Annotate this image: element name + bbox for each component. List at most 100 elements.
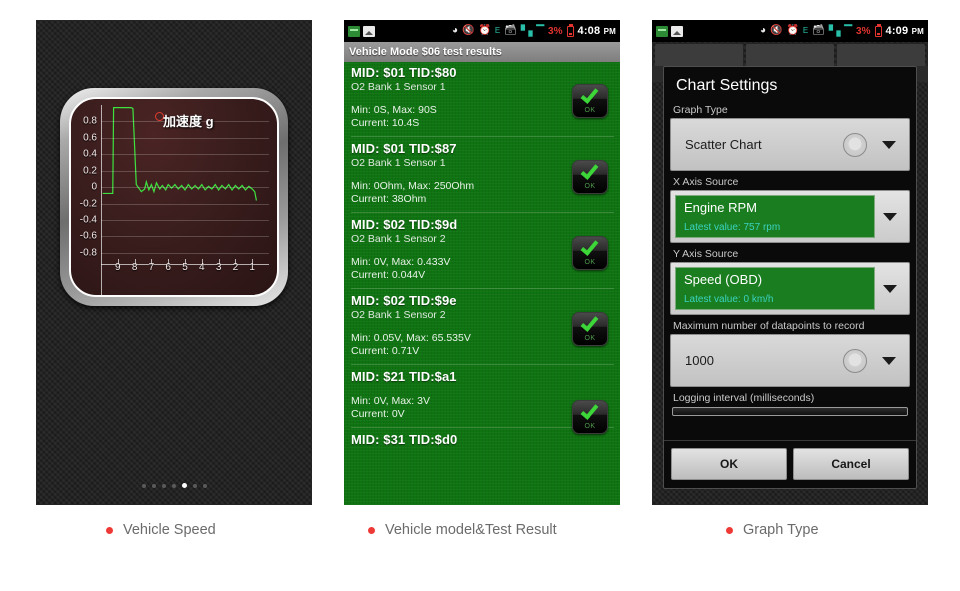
gridline (101, 187, 269, 189)
max-datapoints-value: 1000 (685, 353, 714, 368)
chevron-down-icon (883, 212, 897, 221)
x-axis-label: X Axis Source (673, 176, 739, 188)
x-axis-tick-mark (117, 259, 119, 264)
background-tab-3[interactable] (837, 44, 925, 66)
graph-type-label: Graph Type (673, 104, 728, 116)
alarm-icon: ⏰ (786, 25, 799, 36)
battery-icon (874, 24, 882, 37)
result-mid-tid: MID: $01 TID:$80 (351, 65, 457, 80)
page-dot[interactable] (151, 484, 156, 488)
page-dot[interactable] (141, 484, 146, 488)
test-result-row[interactable]: MID: $31 TID:$d0 (344, 429, 620, 451)
y-axis-tick-label: -0.6 (79, 230, 97, 242)
clock-label: 4:08 PM (577, 25, 616, 37)
result-mid-tid: MID: $02 TID:$9d (351, 217, 458, 232)
result-current: Current: 38Ohm (351, 193, 427, 205)
x-axis-tick-mark (134, 259, 136, 264)
page-dot[interactable] (171, 484, 176, 488)
status-bar-notifications (348, 25, 375, 37)
status-bar: ◕ 🔇 ⏰ E 🗃 ▘▖▔ 3% 4:09 PM (652, 20, 928, 42)
status-badge: OK (572, 236, 608, 270)
graph-type-value: Scatter Chart (685, 137, 762, 152)
cancel-button[interactable]: Cancel (793, 448, 909, 480)
page-title: Vehicle Mode $06 test results (344, 42, 620, 62)
status-bar-icons: ◕ 🔇 ⏰ E 🗃 ▘▖▔ 3% 4:09 PM (759, 24, 924, 37)
result-mid-tid: MID: $02 TID:$9e (351, 293, 457, 308)
phone-panel-vehicle-speed: 0.8 0.6 0.4 0.2 0 -0.2 -0.4 -0.6 -0.8 加速度 g 9876… (36, 20, 312, 505)
signal-2g-icon: ▘▖▔ (520, 25, 545, 37)
max-datapoints-spinner[interactable]: 1000 (670, 334, 910, 387)
app-notification-icon (348, 25, 360, 37)
x-axis-tick-mark (151, 259, 153, 264)
edge-data-icon: E (802, 26, 809, 35)
list-divider (351, 288, 614, 289)
status-badge: OK (572, 312, 608, 346)
caption-vehicle-speed: Vehicle Speed (106, 522, 216, 538)
page-root: 0.8 0.6 0.4 0.2 0 -0.2 -0.4 -0.6 -0.8 加速度 g 9876… (0, 0, 960, 591)
y-axis-latest-value: Latest value: 0 km/h (684, 294, 774, 305)
result-mid-tid: MID: $31 TID:$d0 (351, 432, 458, 447)
test-result-row[interactable]: MID: $01 TID:$87 O2 Bank 1 Sensor 1 Min: 0… (344, 138, 620, 210)
screenshot-icon (671, 25, 683, 37)
y-axis-tick-label: -0.4 (79, 214, 97, 226)
result-current: Current: 10.4S (351, 117, 420, 129)
status-badge: OK (572, 160, 608, 194)
bullet-icon (726, 526, 733, 534)
page-dot[interactable] (161, 484, 166, 488)
mute-icon: 🔇 (770, 25, 783, 36)
x-axis-spinner[interactable]: Engine RPM Latest value: 757 rpm (670, 190, 910, 243)
background-tab-strip[interactable] (652, 42, 928, 66)
background-tab-2[interactable] (746, 44, 834, 66)
graph-type-spinner[interactable]: Scatter Chart (670, 118, 910, 171)
y-axis-value: Speed (OBD) (684, 272, 763, 287)
page-dot[interactable] (202, 484, 207, 488)
result-mid-tid: MID: $21 TID:$a1 (351, 369, 457, 384)
ok-button[interactable]: OK (671, 448, 787, 480)
dialog-body: Graph Type Scatter Chart X Axis Source E… (664, 103, 916, 440)
background-tab-1[interactable] (655, 44, 743, 66)
gridline (101, 219, 269, 221)
check-icon (580, 161, 599, 180)
acceleration-line-series (101, 105, 269, 273)
check-icon (580, 401, 599, 420)
page-indicator-dots[interactable] (36, 475, 312, 493)
bluetooth-icon: ◕ (759, 25, 767, 36)
test-results-list[interactable]: MID: $01 TID:$80 O2 Bank 1 Sensor 1 Min: 0… (344, 62, 620, 505)
x-axis-tick-mark (218, 259, 220, 264)
phone-panel-test-results: ◕ 🔇 ⏰ E 🗃 ▘▖▔ 3% 4:08 PM Vehicle Mode $0… (344, 20, 620, 505)
gridline (101, 252, 269, 254)
y-axis-spinner[interactable]: Speed (OBD) Latest value: 0 km/h (670, 262, 910, 315)
dialog-button-row: OK Cancel (664, 440, 916, 488)
spinner-knob-icon (843, 132, 867, 157)
signal-2g-icon: ▘▖▔ (828, 25, 853, 37)
caption-test-result: Vehicle model&Test Result (368, 522, 557, 538)
y-axis-tick-label: 0.8 (83, 115, 97, 127)
result-current: Current: 0.71V (351, 345, 420, 357)
battery-percent-label: 3% (856, 25, 871, 37)
y-axis-tick-label: 0.2 (83, 165, 97, 177)
test-result-row[interactable]: MID: $02 TID:$9e O2 Bank 1 Sensor 2 Min: 0… (344, 290, 620, 362)
x-axis-tick-mark (185, 259, 186, 264)
check-icon (580, 237, 599, 256)
test-result-row[interactable]: MID: $21 TID:$a1 Min: 0V, Max: 3V Current:… (344, 366, 620, 434)
y-axis-tick-label: -0.8 (79, 247, 97, 259)
status-badge-label: OK (584, 335, 596, 342)
page-dot[interactable] (192, 484, 197, 488)
chevron-down-icon (882, 140, 896, 149)
x-axis-latest-value: Latest value: 757 rpm (684, 222, 781, 233)
y-axis-value-box: Speed (OBD) Latest value: 0 km/h (675, 267, 875, 310)
bullet-icon (368, 526, 375, 534)
chart-series-label: 加速度 g (163, 114, 214, 129)
status-bar: ◕ 🔇 ⏰ E 🗃 ▘▖▔ 3% 4:08 PM (344, 20, 620, 42)
y-axis-tick-label: -0.2 (79, 198, 97, 210)
sdcard-lock-icon: 🗃 (812, 25, 825, 36)
y-axis-tick-label: 0.4 (83, 148, 97, 160)
test-result-row[interactable]: MID: $01 TID:$80 O2 Bank 1 Sensor 1 Min: 0… (344, 62, 620, 134)
page-dot[interactable] (181, 483, 187, 488)
gridline (101, 236, 269, 238)
logging-interval-slider[interactable] (672, 407, 908, 416)
test-result-row[interactable]: MID: $02 TID:$9d O2 Bank 1 Sensor 2 Min: 0… (344, 214, 620, 286)
check-icon (580, 85, 599, 104)
x-axis-tick-mark (201, 259, 203, 264)
dialog-title: Chart Settings (676, 77, 778, 94)
